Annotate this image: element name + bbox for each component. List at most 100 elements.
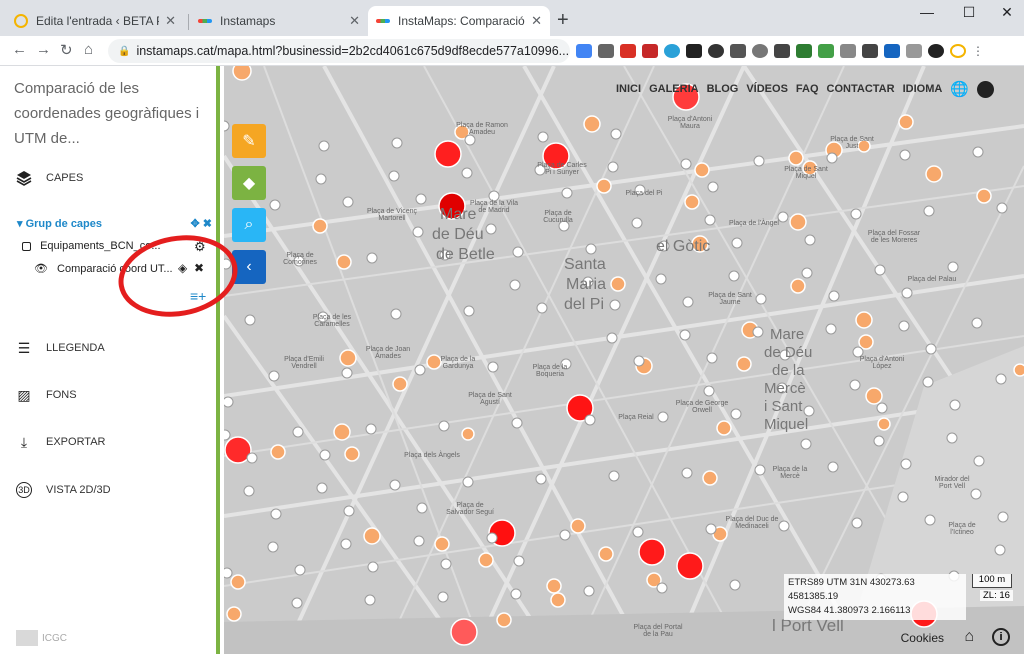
map-marker[interactable]	[731, 237, 743, 249]
map-marker[interactable]	[736, 356, 752, 372]
map-marker[interactable]	[344, 446, 360, 462]
map-marker[interactable]	[778, 520, 790, 532]
map-marker[interactable]	[702, 470, 718, 486]
home-icon[interactable]: ⌂	[84, 41, 93, 58]
map-marker[interactable]	[996, 202, 1008, 214]
map-marker[interactable]	[461, 167, 473, 179]
map-marker[interactable]	[707, 181, 719, 193]
map-marker[interactable]	[900, 458, 912, 470]
map-marker[interactable]	[226, 606, 242, 622]
map-marker[interactable]	[855, 311, 873, 329]
checkbox-icon[interactable]	[22, 241, 31, 251]
map-marker[interactable]	[246, 452, 258, 464]
map-marker[interactable]	[729, 579, 741, 591]
map-marker[interactable]	[270, 444, 286, 460]
map-marker[interactable]	[294, 564, 306, 576]
map-marker[interactable]	[827, 461, 839, 473]
map-marker[interactable]	[898, 114, 914, 130]
map-marker[interactable]	[416, 502, 428, 514]
map-marker[interactable]	[972, 146, 984, 158]
map-marker[interactable]	[510, 588, 522, 600]
map-marker[interactable]	[598, 546, 614, 562]
minimize-button[interactable]: —	[904, 4, 950, 20]
map-marker[interactable]	[851, 517, 863, 529]
map-marker[interactable]	[1013, 363, 1024, 377]
map-marker[interactable]	[340, 538, 352, 550]
map-marker[interactable]	[850, 208, 862, 220]
map-marker[interactable]	[705, 523, 717, 535]
map-marker[interactable]	[585, 243, 597, 255]
map-marker[interactable]	[561, 187, 573, 199]
home-icon[interactable]: ⌂	[964, 628, 974, 646]
map-marker[interactable]	[415, 193, 427, 205]
nav-blog[interactable]: BLOG	[707, 83, 739, 95]
map-marker[interactable]	[682, 296, 694, 308]
map-marker[interactable]	[390, 308, 402, 320]
reload-icon[interactable]: ↻	[60, 41, 73, 59]
map-marker[interactable]	[631, 217, 643, 229]
map-marker[interactable]	[609, 299, 621, 311]
map-marker[interactable]	[230, 574, 246, 590]
map-marker[interactable]	[899, 149, 911, 161]
sidebar-item-llegenda[interactable]: ☰ LLEGENDA	[16, 340, 105, 356]
map-marker[interactable]	[801, 267, 813, 279]
extension-icon[interactable]	[686, 44, 702, 58]
map-marker[interactable]	[462, 476, 474, 488]
address-bar[interactable]: 🔒 instamaps.cat/mapa.html?businessid=2b2…	[108, 39, 570, 63]
map-marker[interactable]	[730, 408, 742, 420]
map-marker[interactable]	[224, 567, 233, 579]
map-marker[interactable]	[364, 594, 376, 606]
map-marker[interactable]	[315, 173, 327, 185]
map-marker[interactable]	[676, 552, 704, 580]
map-marker[interactable]	[464, 134, 476, 146]
map-marker[interactable]	[897, 491, 909, 503]
map-marker[interactable]	[898, 320, 910, 332]
map-marker[interactable]	[947, 261, 959, 273]
telegram-icon[interactable]	[664, 44, 680, 58]
map-marker[interactable]	[865, 387, 883, 405]
map-marker[interactable]	[343, 505, 355, 517]
map-marker[interactable]	[596, 178, 612, 194]
map-marker[interactable]	[946, 432, 958, 444]
map-marker[interactable]	[232, 66, 252, 81]
map-marker[interactable]	[367, 561, 379, 573]
map-marker[interactable]	[703, 385, 715, 397]
map-marker[interactable]	[559, 529, 571, 541]
map-marker[interactable]	[388, 170, 400, 182]
extension-icon[interactable]	[642, 44, 658, 58]
user-icon[interactable]	[977, 80, 994, 98]
map-marker[interactable]	[728, 270, 740, 282]
map-marker[interactable]	[292, 426, 304, 438]
extension-icon[interactable]	[796, 44, 812, 58]
map-marker[interactable]	[319, 449, 331, 461]
map-marker[interactable]	[512, 246, 524, 258]
tab-instamaps[interactable]: Instamaps ✕	[190, 6, 368, 36]
map-marker[interactable]	[753, 155, 765, 167]
map-marker[interactable]	[716, 420, 732, 436]
map-marker[interactable]	[434, 536, 450, 552]
move-icon[interactable]: ✥	[191, 218, 200, 230]
map-marker[interactable]	[485, 223, 497, 235]
map-marker[interactable]	[971, 317, 983, 329]
sidebar-item-vista-2d3d[interactable]: 3D VISTA 2D/3D	[16, 482, 111, 498]
map-marker[interactable]	[633, 355, 645, 367]
chevron-down-icon[interactable]: ▾	[17, 218, 23, 230]
map-marker[interactable]	[922, 376, 934, 388]
extension-icon[interactable]	[884, 44, 900, 58]
map-marker[interactable]	[804, 234, 816, 246]
close-tab-icon[interactable]: ✕	[349, 13, 360, 29]
map-marker[interactable]	[874, 264, 886, 276]
gmail-icon[interactable]	[620, 44, 636, 58]
profile-icon[interactable]	[950, 44, 966, 58]
map-marker[interactable]	[584, 414, 596, 426]
map-marker[interactable]	[997, 511, 1009, 523]
map-marker[interactable]	[342, 196, 354, 208]
map-marker[interactable]	[438, 420, 450, 432]
map-marker[interactable]	[341, 367, 353, 379]
map-marker[interactable]	[478, 552, 494, 568]
map-marker[interactable]	[536, 302, 548, 314]
layer-group-header[interactable]: ▾ Grup de capes ✥ ✖	[17, 217, 212, 230]
map-marker[interactable]	[949, 399, 961, 411]
map-marker[interactable]	[788, 150, 804, 166]
map-marker[interactable]	[391, 137, 403, 149]
